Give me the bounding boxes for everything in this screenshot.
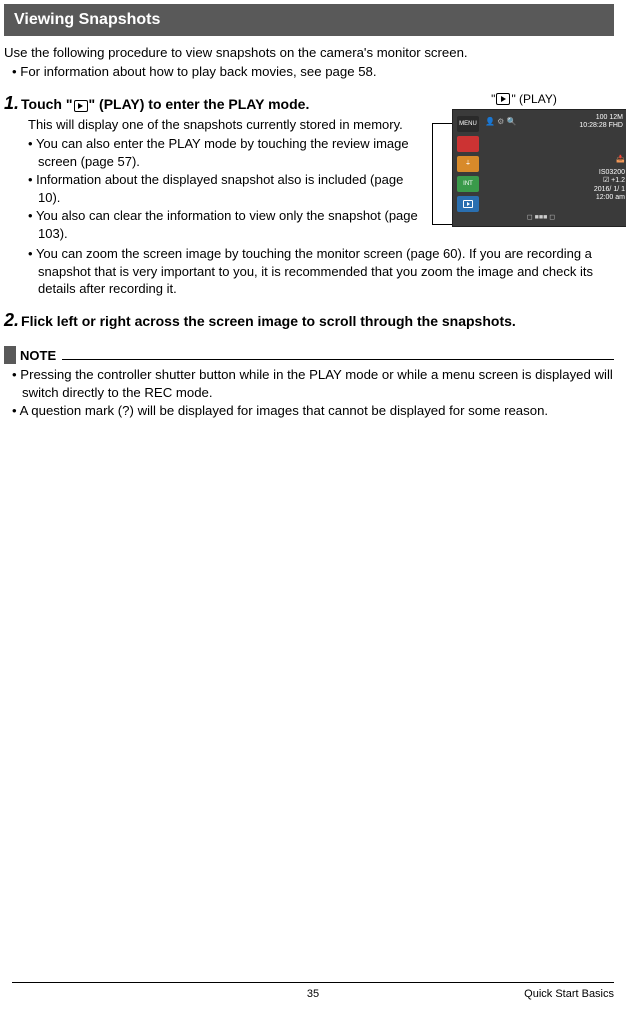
callout-line xyxy=(432,123,452,225)
step1-sub-3: You also can clear the information to vi… xyxy=(28,207,428,242)
info-time: 12:00 am xyxy=(594,194,625,202)
step1-heading: Touch " " (PLAY) to enter the PLAY mode. xyxy=(21,95,309,114)
step1-sub-4: You can zoom the screen image by touchin… xyxy=(28,245,614,298)
info-iso: IS03200 xyxy=(594,169,625,177)
int-icon: INT xyxy=(457,176,479,192)
camera-screen-thumbnail: MENU ⏚ INT 👤 ⚙ 🔍 100 12M 10:28:28 FHD xyxy=(452,109,626,227)
step1-number: 1. xyxy=(4,91,19,115)
play-mode-icon xyxy=(457,196,479,212)
info-top-r1: 100 12M xyxy=(579,114,623,122)
step1-body: This will display one of the snapshots c… xyxy=(28,116,428,134)
step1-sub-1: You can also enter the PLAY mode by touc… xyxy=(28,135,428,170)
step1-head-pre: Touch " xyxy=(21,96,72,112)
section-name: Quick Start Basics xyxy=(524,987,614,1002)
intro-text: Use the following procedure to view snap… xyxy=(4,44,614,62)
wifi-icon: ⏚ xyxy=(457,156,479,172)
figure-label: "" (PLAY) xyxy=(434,91,614,107)
note-item-1: Pressing the controller shutter button w… xyxy=(12,366,614,402)
info-date: 2016/ 1/ 1 xyxy=(594,186,625,194)
info-top-r2: 10:28:28 FHD xyxy=(579,122,623,130)
note-rule xyxy=(62,351,614,360)
page-footer: 35 Quick Start Basics xyxy=(12,982,614,1002)
note-label: NOTE xyxy=(20,347,56,365)
step2-heading: Flick left or right across the screen im… xyxy=(21,312,516,331)
sd-icon: 📥 xyxy=(594,156,625,164)
intro-bullet: For information about how to play back m… xyxy=(12,63,614,81)
note-item-2: A question mark (?) will be displayed fo… xyxy=(12,402,614,420)
bottom-indicators: ◻ ■■■ ◻ xyxy=(453,213,626,222)
play-icon xyxy=(74,100,88,112)
step1-head-post: " (PLAY) to enter the PLAY mode. xyxy=(89,96,310,112)
top-left-icons: 👤 ⚙ 🔍 xyxy=(485,117,517,128)
step2-number: 2. xyxy=(4,308,19,332)
menu-icon: MENU xyxy=(457,116,479,132)
step1-sub-2: Information about the displayed snapshot… xyxy=(28,171,428,206)
info-ev: ☑ +1.2 xyxy=(594,177,625,185)
rec-mode-icon xyxy=(457,136,479,152)
note-marker xyxy=(4,346,16,364)
camera-screen-figure: "" (PLAY) MENU ⏚ INT 👤 ⚙ 🔍 100 1 xyxy=(434,91,614,243)
section-title: Viewing Snapshots xyxy=(4,4,614,36)
page-number: 35 xyxy=(307,987,319,1002)
play-icon xyxy=(496,93,510,105)
